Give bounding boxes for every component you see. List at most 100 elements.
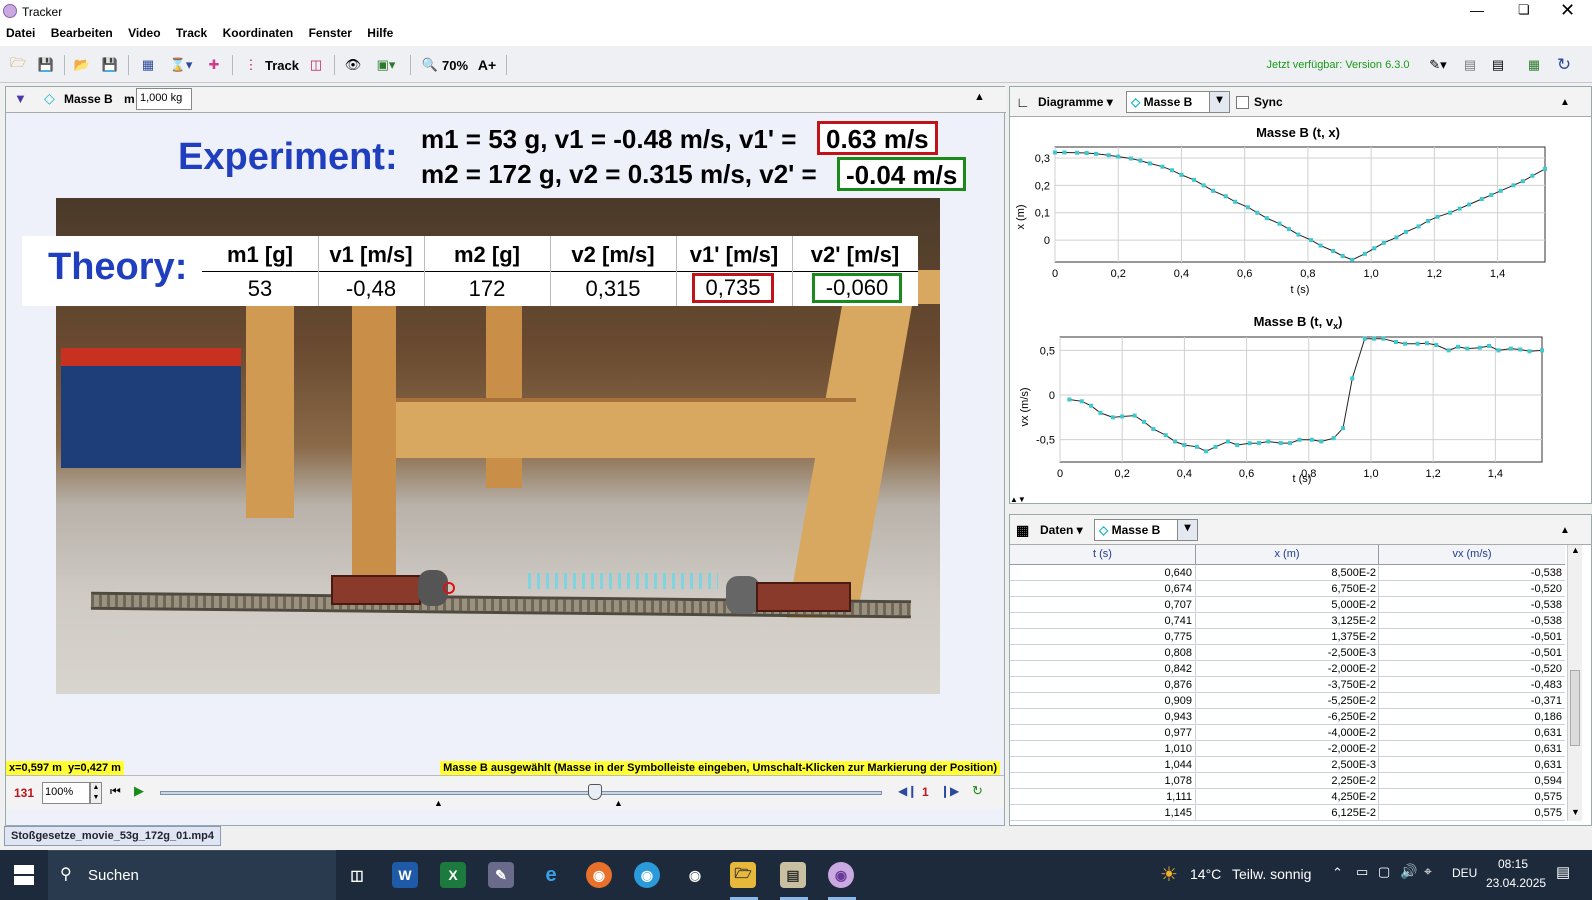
task-view-icon[interactable]: ◫ [344,862,370,888]
open-video-icon[interactable]: 📂 [72,53,92,77]
eye-icon[interactable]: 👁 [342,53,364,77]
zoom-icon[interactable]: 🔍 [420,53,440,77]
file-tab[interactable]: Stoßgesetze_movie_53g_172g_01.mp4 [4,826,221,846]
timeline-slider[interactable] [160,791,882,795]
plots-menu[interactable]: Diagramme ▾ [1038,91,1113,113]
table-row[interactable]: 0,876 -3,750E-2 -0,483 [1010,677,1565,693]
table-scrollbar[interactable]: ▲ ▼ [1567,545,1582,821]
pencil-icon[interactable]: ✎▾ [1424,53,1452,77]
trails-icon[interactable]: ▣▾ [370,53,402,77]
scroll-thumb[interactable] [1570,670,1580,746]
start-marker-icon[interactable]: ▲ [434,798,443,808]
wifi-icon[interactable]: ⌖ [1424,863,1432,880]
photo-app-icon[interactable]: ✎ [488,862,514,888]
scroll-up-icon[interactable]: ▲ [1571,545,1580,555]
menu-video[interactable]: Video [122,24,166,42]
table-row[interactable]: 0,808 -2,500E-3 -0,501 [1010,645,1565,661]
tracker-logo-icon[interactable]: ◉ [828,862,854,888]
collapse-icon[interactable]: ▲ [974,91,985,103]
collapse-icon[interactable]: ▲ [1560,519,1570,541]
table-row[interactable]: 0,674 6,750E-2 -0,520 [1010,581,1565,597]
table-row[interactable]: 0,977 -4,000E-2 0,631 [1010,725,1565,741]
data-menu[interactable]: Daten ▾ [1040,519,1083,541]
collapse-icon[interactable]: ▲ [1560,91,1570,113]
table-row[interactable]: 0,640 8,500E-2 -0,538 [1010,565,1565,581]
track-name[interactable]: Masse B [64,92,113,106]
plot-track-selector[interactable]: ◇ Masse B ▾ [1126,91,1230,113]
col-header-vx[interactable]: vx (m/s) [1379,548,1565,560]
windows-start-icon[interactable] [14,865,34,885]
file-explorer-icon[interactable]: 🗁 [730,862,756,888]
table-row[interactable]: 0,943 -6,250E-2 0,186 [1010,709,1565,725]
internet-explorer-icon[interactable]: e [538,862,564,888]
plot-area[interactable]: Masse B (t, x) Masse B (t, vx) x (m) vx … [1010,117,1591,503]
col-header-t[interactable]: t (s) [1010,548,1195,560]
splitter-handle[interactable]: ▲▼ [1010,495,1026,504]
font-size-button[interactable]: A+ [476,53,498,77]
game-icon[interactable]: ◉ [682,862,708,888]
menu-fenster[interactable]: Fenster [303,24,358,42]
table-row[interactable]: 1,010 -2,000E-2 0,631 [1010,741,1565,757]
menu-koordinaten[interactable]: Koordinaten [217,24,300,42]
volume-icon[interactable]: 🔊 [1400,863,1417,880]
open-folder-icon[interactable]: 🗁 [8,53,28,77]
mass-input[interactable]: 1,000 kg [136,88,192,110]
step-size[interactable]: 1 [922,785,929,799]
menu-hilfe[interactable]: Hilfe [361,24,399,42]
sync-checkbox[interactable]: Sync [1236,91,1283,113]
maximize-button[interactable]: ❏ [1518,2,1530,18]
track-marker[interactable] [443,582,455,594]
tray-chevron-icon[interactable]: ⌃ [1332,865,1343,881]
table-row[interactable]: 0,707 5,000E-2 -0,538 [1010,597,1565,613]
network-icon[interactable]: ▢ [1378,864,1390,880]
memory-icon[interactable]: ▦ [1524,53,1544,77]
axes-icon[interactable]: ✚ [204,53,224,77]
loop-icon[interactable]: ↻ [972,783,983,799]
table-row[interactable]: 0,842 -2,000E-2 -0,520 [1010,661,1565,677]
rate-stepper[interactable]: ▲ ▼ [90,782,102,804]
notes-icon[interactable]: ▤ [1460,53,1480,77]
table-row[interactable]: 0,775 1,375E-2 -0,501 [1010,629,1565,645]
table-body[interactable]: 0,640 8,500E-2 -0,538 0,674 6,750E-2 -0,520 0,… [1010,565,1565,821]
calibration-icon[interactable]: ⌛▾ [166,53,196,77]
weather-text[interactable]: Teilw. sonnig [1232,866,1311,882]
search-box[interactable]: ⚲ Suchen [48,850,336,900]
menu-track[interactable]: Track [170,24,213,42]
notifications-icon[interactable]: ▤ [1556,863,1570,881]
clip-settings-icon[interactable]: ▦ [138,53,158,77]
firefox-icon[interactable]: ◉ [586,862,612,888]
language-indicator[interactable]: DEU [1452,866,1477,880]
word-icon[interactable]: W [392,862,418,888]
end-marker-icon[interactable]: ▲ [614,798,623,808]
save-icon[interactable]: 💾 [36,53,56,77]
battery-icon[interactable]: ▭ [1356,864,1368,880]
table-row[interactable]: 1,044 2,500E-3 0,631 [1010,757,1565,773]
edge-icon[interactable]: ◉ [634,862,660,888]
tracker-app-icon[interactable]: ▤ [780,862,806,888]
table-row[interactable]: 1,145 6,125E-2 0,575 [1010,805,1565,821]
clock-time[interactable]: 08:15 [1498,857,1528,871]
filter-icon[interactable]: ▼ [14,91,27,106]
table-row[interactable]: 1,078 2,250E-2 0,594 [1010,773,1565,789]
autotracker-icon[interactable]: ◫ [306,53,326,77]
create-track-icon[interactable]: ⋮ [240,53,262,77]
timeline-thumb[interactable] [588,784,602,800]
update-notice[interactable]: Jetzt verfügbar: Version 6.3.0 [1258,53,1418,77]
table-row[interactable]: 0,741 3,125E-2 -0,538 [1010,613,1565,629]
export-icon[interactable]: 💾 [100,53,120,77]
rewind-icon[interactable]: ⏮ [110,784,121,799]
excel-icon[interactable]: X [440,862,466,888]
step-back-icon[interactable]: ◀❙ [898,784,917,798]
create-track-button[interactable]: Track [264,53,300,77]
play-icon[interactable]: ▶ [134,783,144,799]
scroll-down-icon[interactable]: ▼ [1571,807,1580,817]
menu-datei[interactable]: Datei [0,24,41,42]
properties-icon[interactable]: ▤ [1488,53,1508,77]
data-track-selector[interactable]: ◇ Masse B ▾ [1094,519,1198,541]
menu-bearbeiten[interactable]: Bearbeiten [45,24,119,42]
step-forward-icon[interactable]: ❙▶ [940,784,959,798]
close-button[interactable]: ✕ [1560,0,1575,21]
clock-date[interactable]: 23.04.2025 [1486,876,1546,890]
zoom-level[interactable]: 70% [440,53,470,77]
col-header-x[interactable]: x (m) [1196,548,1378,560]
